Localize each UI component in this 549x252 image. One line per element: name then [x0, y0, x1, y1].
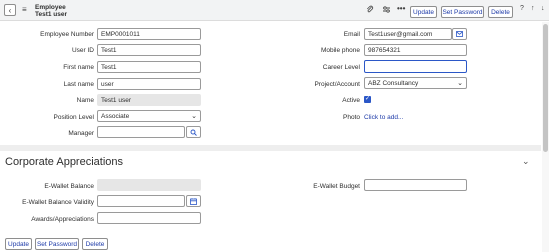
section-title: Corporate Appreciations [5, 156, 124, 168]
add-photo-link[interactable]: Click to add... [364, 114, 403, 121]
footer-delete-button[interactable]: Delete [82, 238, 108, 250]
attachment-icon[interactable] [366, 5, 374, 16]
employee-number-label: Employee Number [40, 31, 94, 38]
settings-icon[interactable] [382, 5, 391, 16]
career-level-label: Career Level [322, 64, 360, 71]
help-icon[interactable]: ? [520, 5, 524, 12]
manager-label: Manager [68, 130, 94, 137]
back-icon: ‹ [8, 5, 12, 15]
back-button[interactable]: ‹ [4, 4, 16, 16]
update-button[interactable]: Update [410, 6, 437, 18]
delete-button[interactable]: Delete [488, 6, 513, 18]
mail-icon [456, 31, 463, 37]
ewallet-budget-label: E-Wallet Budget [313, 183, 360, 190]
up-arrow-icon[interactable]: ↑ [531, 5, 535, 12]
menu-icon[interactable]: ≡ [22, 5, 27, 14]
mobile-phone-label: Mobile phone [320, 47, 360, 54]
send-email-button[interactable] [452, 28, 467, 40]
chevron-down-icon[interactable]: ⌄ [522, 156, 530, 167]
scrollbar-thumb[interactable] [543, 24, 548, 152]
calendar-icon [190, 197, 197, 205]
ewallet-validity-label: E-Wallet Balance Validity [22, 199, 94, 206]
project-account-value: ABZ Consultancy [368, 79, 419, 87]
project-account-select[interactable]: ABZ Consultancy ⌄ [364, 77, 467, 89]
set-password-button[interactable]: Set Password [441, 6, 484, 18]
active-label: Active [342, 97, 360, 104]
ewallet-balance-label: E-Wallet Balance [44, 183, 94, 190]
last-name-field[interactable]: user [97, 78, 201, 90]
awards-field[interactable] [97, 212, 201, 224]
name-field: Test1 user [97, 94, 201, 106]
footer-set-password-button[interactable]: Set Password [35, 238, 79, 250]
photo-label: Photo [343, 114, 360, 121]
down-arrow-icon[interactable]: ↓ [541, 5, 545, 12]
project-account-label: Project/Account [314, 81, 360, 88]
employee-number-field[interactable]: EMP0001011 [97, 28, 201, 40]
ewallet-balance-field [97, 179, 201, 191]
email-field[interactable]: Test1user@gmail.com [364, 28, 452, 40]
position-level-value: Associate [101, 112, 130, 120]
mobile-phone-field[interactable]: 987654321 [364, 44, 467, 56]
active-checkbox[interactable]: ✓ [364, 96, 371, 103]
record-type-title: Employee [35, 4, 66, 11]
chevron-down-icon: ⌄ [191, 113, 197, 120]
position-level-select[interactable]: Associate ⌄ [97, 110, 201, 122]
career-level-field[interactable] [364, 60, 467, 73]
record-name-title: Test1 user [35, 11, 68, 18]
manager-lookup-button[interactable] [186, 126, 201, 138]
name-label: Name [76, 97, 94, 104]
chevron-down-icon: ⌄ [457, 80, 463, 87]
last-name-label: Last name [63, 81, 94, 88]
awards-label: Awards/Appreciations [31, 216, 94, 223]
manager-field[interactable] [97, 126, 185, 138]
ewallet-validity-field[interactable] [97, 195, 185, 207]
user-id-field[interactable]: Test1 [97, 44, 201, 56]
position-level-label: Position Level [53, 114, 94, 121]
ewallet-budget-field[interactable] [364, 179, 467, 191]
footer-update-button[interactable]: Update [5, 238, 32, 250]
user-id-label: User ID [71, 47, 94, 54]
search-icon [190, 129, 197, 136]
more-icon[interactable]: ••• [397, 4, 405, 13]
email-label: Email [343, 31, 360, 38]
section-separator [0, 145, 541, 151]
first-name-field[interactable]: Test1 [97, 61, 201, 73]
first-name-label: First name [63, 64, 94, 71]
date-picker-button[interactable] [186, 195, 201, 207]
